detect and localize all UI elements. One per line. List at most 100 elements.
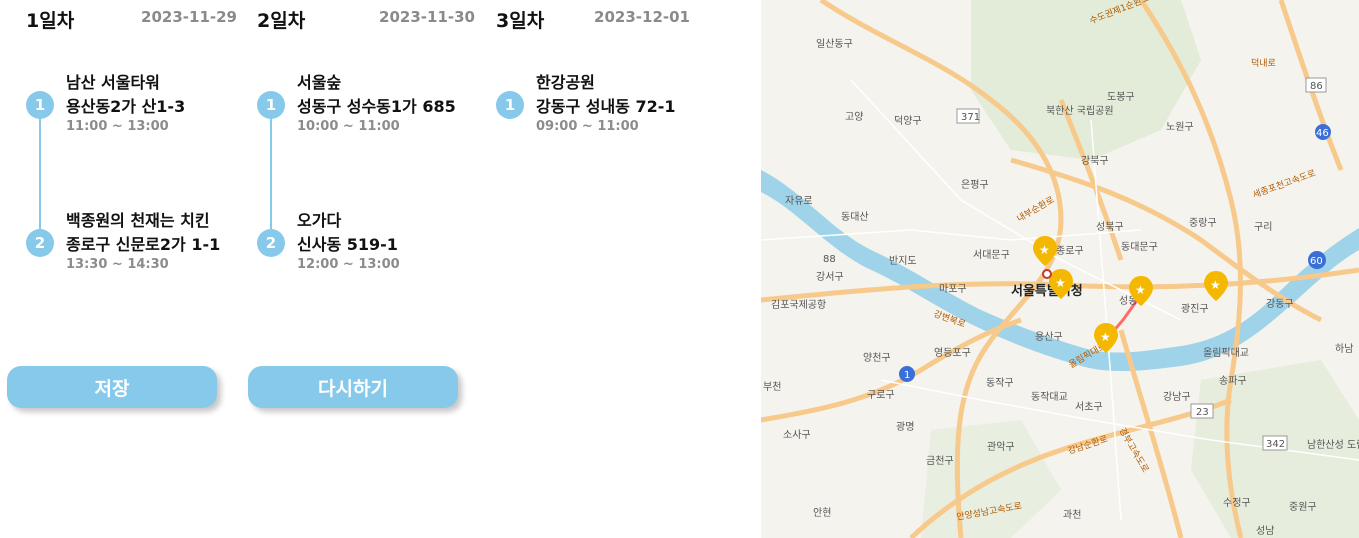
svg-text:★: ★ xyxy=(1135,283,1146,297)
map-label: 영등포구 xyxy=(934,347,971,359)
map-label: 북한산 국립공원 xyxy=(1046,104,1114,117)
map-canvas[interactable]: 일산동구 고양 덕양구 도봉구 노원구 북한산 국립공원 강북구 은평구 성북구… xyxy=(761,0,1359,538)
stop-time: 11:00 ~ 13:00 xyxy=(66,119,169,134)
map-label: 노원구 xyxy=(1166,121,1194,133)
svg-text:371: 371 xyxy=(961,112,980,123)
map-label: 구로구 xyxy=(867,390,895,401)
map-label: 구리 xyxy=(1254,221,1272,233)
map-label: 광명 xyxy=(896,421,914,433)
day-1-column: 1일차 2023-11-29 1 남산 서울타워 용산동2가 산1-3 11:0… xyxy=(26,0,237,330)
stop-item[interactable]: 1 서울숲 성동구 성수동1가 685 10:00 ~ 11:00 xyxy=(257,69,517,149)
map-label: 종로구 xyxy=(1056,245,1084,257)
day-2-title: 2일차 xyxy=(257,10,306,32)
stop-time: 10:00 ~ 11:00 xyxy=(297,119,400,134)
day-2-column: 2일차 2023-11-30 1 서울숲 성동구 성수동1가 685 10:00… xyxy=(257,0,475,330)
map-label: 광진구 xyxy=(1181,303,1209,315)
day-2-date: 2023-11-30 xyxy=(379,8,475,26)
svg-text:1: 1 xyxy=(904,370,910,381)
map-label: 송파구 xyxy=(1219,375,1247,387)
svg-text:★: ★ xyxy=(1039,243,1050,257)
map-label: 올림픽대교 xyxy=(1203,347,1249,359)
stop-time: 13:30 ~ 14:30 xyxy=(66,257,169,272)
map-label: 남한산성 도립공원 xyxy=(1307,438,1359,451)
route-badge: 371 xyxy=(956,108,980,124)
map-label: 동작대교 xyxy=(1031,391,1068,403)
stop-name: 백종원의 천재는 치킨 xyxy=(66,211,210,230)
map-label: 강북구 xyxy=(1081,155,1109,167)
map-label: 반지도 xyxy=(889,255,917,267)
stop-number-badge: 1 xyxy=(26,91,54,119)
map-label-city-hall: 서울특별시청 xyxy=(1011,283,1083,299)
route-badge: 1 xyxy=(899,366,915,382)
map-label: 강남구 xyxy=(1163,391,1191,403)
map-label: 김포국제공항 xyxy=(771,299,826,311)
stop-name: 서울숲 xyxy=(297,73,342,92)
day-3-title: 3일차 xyxy=(496,10,545,32)
day-2-header: 2일차 2023-11-30 xyxy=(257,6,475,32)
save-button[interactable]: 저장 xyxy=(7,366,217,408)
stop-address: 신사동 519-1 xyxy=(297,235,398,254)
stop-address: 성동구 성수동1가 685 xyxy=(297,97,456,116)
map-label: 동대문구 xyxy=(1121,241,1158,253)
svg-text:342: 342 xyxy=(1266,439,1285,450)
map-label: 동대산 xyxy=(841,211,869,223)
stop-number-badge: 2 xyxy=(26,229,54,257)
route-badge: 88 xyxy=(823,254,836,265)
map-label: 도봉구 xyxy=(1107,91,1135,103)
stop-name: 오가다 xyxy=(297,211,342,230)
stop-number-badge: 1 xyxy=(257,91,285,119)
stop-number-badge: 1 xyxy=(496,91,524,119)
stop-time: 09:00 ~ 11:00 xyxy=(536,119,639,134)
map-label: 수정구 xyxy=(1223,497,1251,509)
stop-item[interactable]: 2 백종원의 천재는 치킨 종로구 신문로2가 1-1 13:30 ~ 14:3… xyxy=(26,207,286,287)
map-label: 소사구 xyxy=(783,429,811,441)
svg-text:46: 46 xyxy=(1316,128,1329,139)
map-label: 일산동구 xyxy=(816,38,853,50)
stop-item[interactable]: 2 오가다 신사동 519-1 12:00 ~ 13:00 xyxy=(257,207,517,287)
stop-address: 강동구 성내동 72-1 xyxy=(536,97,676,116)
stop-name: 남산 서울타워 xyxy=(66,73,160,92)
map-label: 강서구 xyxy=(816,271,844,283)
map-label: 서대문구 xyxy=(973,249,1010,261)
map-label: 자유로 xyxy=(785,195,813,207)
map-label: 용산구 xyxy=(1035,331,1063,343)
map-label: 마포구 xyxy=(939,283,967,295)
map-label: 양천구 xyxy=(863,352,891,364)
map-label: 하남 xyxy=(1335,342,1353,355)
city-hall-marker-icon xyxy=(1042,269,1052,279)
day-3-date: 2023-12-01 xyxy=(594,8,690,26)
map-label: 고양 xyxy=(845,111,863,123)
stop-name: 한강공원 xyxy=(536,73,595,92)
svg-text:60: 60 xyxy=(1310,256,1323,267)
map-label: 관악구 xyxy=(987,441,1015,453)
route-map[interactable]: 일산동구 고양 덕양구 도봉구 노원구 북한산 국립공원 강북구 은평구 성북구… xyxy=(761,0,1359,538)
retry-button[interactable]: 다시하기 xyxy=(248,366,458,408)
route-badge: 86 xyxy=(1305,77,1327,93)
day-1-title: 1일차 xyxy=(26,10,75,32)
stop-address: 용산동2가 산1-3 xyxy=(66,97,186,116)
road-label: 덕내로 xyxy=(1251,58,1276,69)
map-label: 성북구 xyxy=(1096,221,1124,233)
map-label: 서초구 xyxy=(1075,401,1103,413)
day-3-column: 3일차 2023-12-01 1 한강공원 강동구 성내동 72-1 09:00… xyxy=(496,0,690,330)
map-label: 성남 xyxy=(1256,525,1274,537)
svg-text:★: ★ xyxy=(1210,278,1221,292)
stop-item[interactable]: 1 한강공원 강동구 성내동 72-1 09:00 ~ 11:00 xyxy=(496,69,756,149)
route-badge: 342 xyxy=(1262,435,1288,451)
stop-address: 종로구 신문로2가 1-1 xyxy=(66,235,221,254)
stop-item[interactable]: 1 남산 서울타워 용산동2가 산1-3 11:00 ~ 13:00 xyxy=(26,69,286,149)
map-label: 과천 xyxy=(1063,509,1081,521)
route-badge: 23 xyxy=(1190,403,1214,419)
route-badge: 60 xyxy=(1308,251,1326,269)
stop-time: 12:00 ~ 13:00 xyxy=(297,257,400,272)
map-label: 덕양구 xyxy=(894,115,922,127)
svg-text:86: 86 xyxy=(1310,81,1323,92)
map-label: 안현 xyxy=(813,507,831,519)
map-label: 중랑구 xyxy=(1189,217,1217,229)
svg-text:★: ★ xyxy=(1055,276,1066,290)
map-label: 동작구 xyxy=(986,377,1014,389)
map-label: 강동구 xyxy=(1266,298,1294,310)
day-3-header: 3일차 2023-12-01 xyxy=(496,6,690,32)
day-1-header: 1일차 2023-11-29 xyxy=(26,6,237,32)
day-1-date: 2023-11-29 xyxy=(141,8,237,26)
